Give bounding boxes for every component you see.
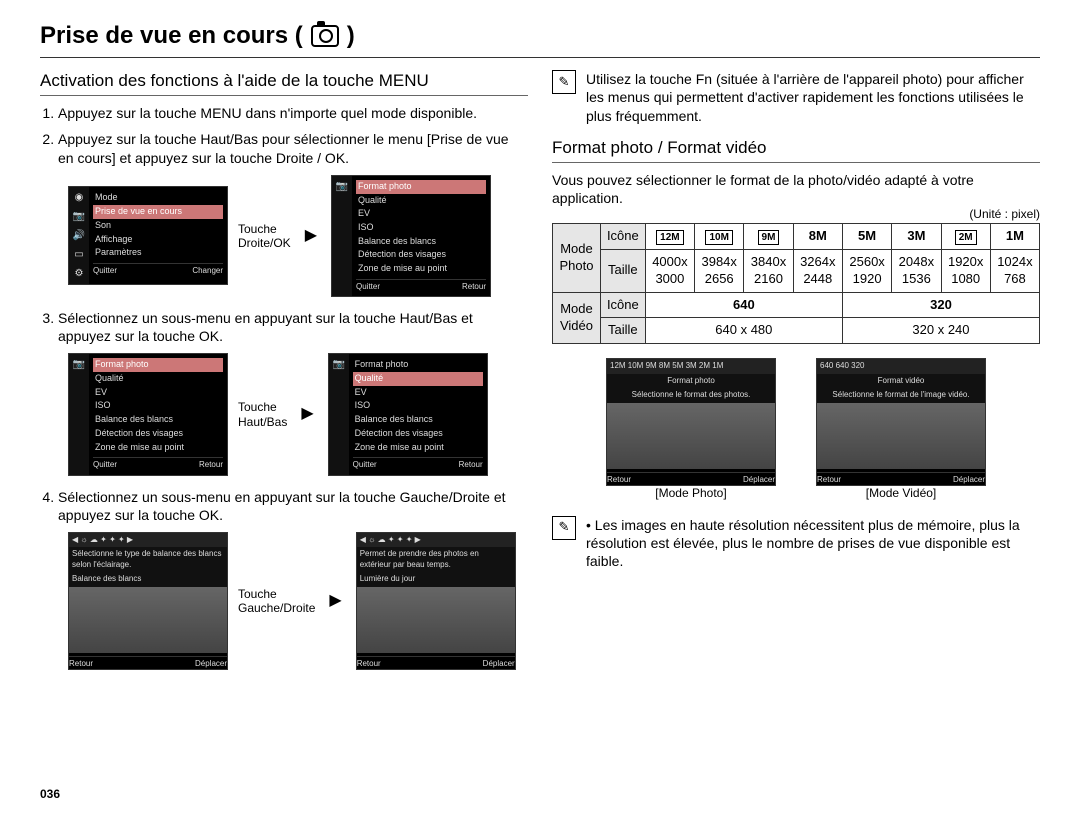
page-title-text: Prise de vue en cours (	[40, 20, 303, 51]
format-table: Mode Photo Icône 12M 10M 9M 8M 5M 3M 2M …	[552, 223, 1040, 345]
page-title: Prise de vue en cours ( )	[40, 20, 1040, 58]
section-format: Format photo / Format vidéo	[552, 137, 1040, 163]
mode-video-caption: [Mode Vidéo]	[816, 486, 986, 502]
lcd-menu-sub: 📷 Format photo Qualité EV ISO Balance de…	[331, 175, 491, 297]
row-icon-label: Icône	[600, 223, 645, 249]
format-intro: Vous pouvez sélectionner le format de la…	[552, 171, 1040, 207]
note-fn-key: ✎ Utilisez la touche Fn (située à l'arri…	[552, 70, 1040, 125]
figure-row-3: ◀ ☼ ☁ ✦ ✦ ✦ ▶ Sélectionne le type de bal…	[68, 532, 528, 670]
arrow-right-icon: ▶	[325, 591, 345, 612]
mode-photo-caption: [Mode Photo]	[606, 486, 776, 502]
arrow-right-icon: ▶	[301, 226, 321, 247]
mode-figures: 12M 10M 9M 8M 5M 3M 2M 1M Format photo S…	[552, 358, 1040, 501]
lcd-mode-photo: 12M 10M 9M 8M 5M 3M 2M 1M Format photo S…	[606, 358, 776, 486]
row-header-video: Mode Vidéo	[553, 292, 601, 344]
steps-list: Appuyez sur la touche MENU dans n'import…	[58, 104, 528, 167]
arrow-right-icon: ▶	[297, 404, 317, 425]
key-label-left-right: Touche Gauche/Droite	[238, 587, 315, 616]
note-resolution: ✎ • Les images en haute résolution néces…	[552, 516, 1040, 571]
steps-list-cont2: Sélectionnez un sous-menu en appuyant su…	[58, 488, 528, 524]
left-column: Activation des fonctions à l'aide de la …	[40, 70, 528, 682]
step-1: Appuyez sur la touche MENU dans n'import…	[58, 104, 528, 122]
lcd-wb-2: ◀ ☼ ☁ ✦ ✦ ✦ ▶ Permet de prendre des phot…	[356, 532, 516, 670]
steps-list-cont: Sélectionnez un sous-menu en appuyant su…	[58, 309, 528, 345]
step-4: Sélectionnez un sous-menu en appuyant su…	[58, 488, 528, 524]
key-label-up-down: Touche Haut/Bas	[238, 400, 287, 429]
section-menu-activation: Activation des fonctions à l'aide de la …	[40, 70, 528, 96]
note-resolution-text: Les images en haute résolution nécessite…	[586, 517, 1020, 569]
lcd-menu-main: ◉📷🔊▭⚙ Mode Prise de vue en cours Son Aff…	[68, 186, 228, 285]
note-icon: ✎	[552, 70, 576, 94]
camera-icon	[311, 25, 339, 47]
row-header-photo: Mode Photo	[553, 223, 601, 292]
key-label-right-ok: Touche Droite/OK	[238, 222, 291, 251]
page-number: 036	[40, 787, 60, 803]
step-2: Appuyez sur la touche Haut/Bas pour séle…	[58, 130, 528, 166]
right-column: ✎ Utilisez la touche Fn (située à l'arri…	[552, 70, 1040, 682]
figure-row-1: ◉📷🔊▭⚙ Mode Prise de vue en cours Son Aff…	[68, 175, 528, 297]
note-icon: ✎	[552, 516, 576, 540]
step-3: Sélectionnez un sous-menu en appuyant su…	[58, 309, 528, 345]
note-fn-text: Utilisez la touche Fn (située à l'arrièr…	[586, 70, 1040, 125]
lcd-wb-1: ◀ ☼ ☁ ✦ ✦ ✦ ▶ Sélectionne le type de bal…	[68, 532, 228, 670]
lcd-submenu-2: 📷 Format photo Qualité EV ISO Balance de…	[328, 353, 488, 475]
page-title-end: )	[347, 20, 355, 51]
row-size-label: Taille	[600, 249, 645, 292]
unit-label: (Unité : pixel)	[552, 207, 1040, 223]
figure-row-2: 📷 Format photo Qualité EV ISO Balance de…	[68, 353, 528, 475]
lcd-mode-video: 640 640 320 Format vidéo Sélectionne le …	[816, 358, 986, 486]
lcd-submenu-1: 📷 Format photo Qualité EV ISO Balance de…	[68, 353, 228, 475]
